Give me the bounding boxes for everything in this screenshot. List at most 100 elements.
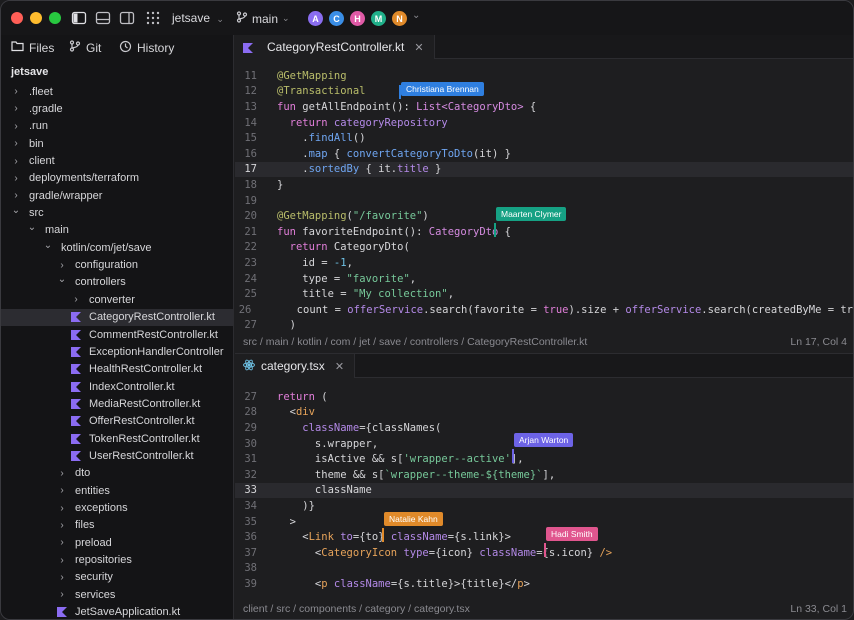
chevron-right-icon[interactable]: › [11, 138, 21, 149]
code-line[interactable]: 17 . sortedBy { it. title } [235, 161, 853, 178]
code-line[interactable]: 35 > [235, 514, 853, 530]
toggle-bottom-panel-icon[interactable] [95, 10, 111, 26]
tree-file-item[interactable]: UserRestController.kt [1, 447, 233, 464]
tree-folder-item[interactable]: › .gradle [1, 100, 233, 117]
tree-file-item[interactable]: CommentRestController.kt [1, 326, 233, 343]
code-line[interactable]: 33 className [235, 482, 853, 499]
tree-file-item[interactable]: OfferRestController.kt [1, 413, 233, 430]
code-line[interactable]: 15 . findAll() [235, 130, 853, 146]
tree-folder-item[interactable]: › services [1, 586, 233, 603]
avatar[interactable]: C [328, 10, 345, 27]
code-line[interactable]: 13 fun getAllEndpoint (): List<CategoryDto… [235, 99, 853, 115]
toggle-right-panel-icon[interactable] [119, 10, 135, 26]
code-line[interactable]: 22 return CategoryDto( [235, 240, 853, 256]
chevron-down-icon[interactable]: ⌄ [57, 274, 67, 285]
chevron-down-icon[interactable]: ⌄ [43, 240, 53, 251]
tree-file-item[interactable]: IndexController.kt [1, 378, 233, 395]
tree-file-item[interactable]: MediaRestController.kt [1, 395, 233, 412]
close-tab-icon[interactable]: ✕ [335, 360, 344, 373]
code-line[interactable]: 25 title = "My collection", [235, 286, 853, 302]
chevron-down-icon[interactable]: ⌄ [27, 222, 37, 233]
maximize-window-button[interactable] [49, 12, 61, 24]
tree-file-item[interactable]: ExceptionHandlerController [1, 343, 233, 360]
code-line[interactable]: 38 [235, 561, 853, 577]
tree-folder-item[interactable]: ⌄ src [1, 204, 233, 221]
chevron-right-icon[interactable]: › [11, 156, 21, 167]
chevron-right-icon[interactable]: › [57, 555, 67, 566]
avatar[interactable]: M [370, 10, 387, 27]
tree-file-item[interactable]: TokenRestController.kt [1, 430, 233, 447]
tree-folder-item[interactable]: › converter [1, 291, 233, 308]
tree-file-item[interactable]: JetSaveApplication.kt [1, 604, 233, 620]
chevron-right-icon[interactable]: › [57, 572, 67, 583]
chevron-right-icon[interactable]: › [11, 103, 21, 114]
code-line[interactable]: 32 theme && s[`wrapper--theme-${theme}`]… [235, 467, 853, 483]
branch-selector[interactable]: main ⌄ [236, 11, 290, 26]
code-line[interactable]: 11 @GetMapping [235, 68, 853, 84]
avatar[interactable]: H [349, 10, 366, 27]
chevron-right-icon[interactable]: › [11, 121, 21, 132]
tree-folder-item[interactable]: › dto [1, 465, 233, 482]
tree-folder-item[interactable]: › preload [1, 534, 233, 551]
tree-folder-item[interactable]: › configuration [1, 257, 233, 274]
chevron-right-icon[interactable]: › [11, 86, 21, 97]
project-selector[interactable]: jetsave ⌄ [172, 11, 224, 25]
code-line[interactable]: 27 ) [235, 318, 853, 334]
code-line[interactable]: 26 count = offerService .search(favorite … [235, 302, 853, 318]
chevron-down-icon[interactable]: ⌄ [11, 205, 21, 216]
chevron-right-icon[interactable]: › [57, 260, 67, 271]
minimize-window-button[interactable] [30, 12, 42, 24]
chevron-right-icon[interactable]: › [57, 520, 67, 531]
tree-folder-item[interactable]: › deployments/terraform [1, 170, 233, 187]
tree-folder-item[interactable]: › repositories [1, 551, 233, 568]
code-line[interactable]: 27 return ( [235, 389, 853, 405]
tree-folder-item[interactable]: › .fleet [1, 83, 233, 100]
apps-grid-icon[interactable] [145, 10, 161, 26]
tree-folder-item[interactable]: ⌄ main [1, 222, 233, 239]
tab-git[interactable]: Git [69, 40, 101, 55]
code-line[interactable]: 18} [235, 177, 853, 193]
tree-folder-item[interactable]: › bin [1, 135, 233, 152]
breadcrumb[interactable]: client / src / components / category / c… [243, 603, 470, 615]
code-line[interactable]: 23 id = -1, [235, 255, 853, 271]
code-line[interactable]: 14 return categoryRepository [235, 115, 853, 131]
tree-folder-item[interactable]: › entities [1, 482, 233, 499]
code-line[interactable]: 12 @Transactional [235, 84, 853, 100]
editor-tab-category-rest-controller[interactable]: CategoryRestController.kt ✕ [235, 35, 435, 59]
tab-history[interactable]: History [119, 40, 174, 56]
tree-folder-item[interactable]: › security [1, 569, 233, 586]
cursor-position[interactable]: Ln 17, Col 4 [790, 336, 847, 348]
chevron-right-icon[interactable]: › [57, 485, 67, 496]
code-line[interactable]: 31 isActive && s['wrapper--active'], [235, 451, 853, 467]
tab-files[interactable]: Files [11, 40, 54, 55]
chevron-right-icon[interactable]: › [57, 537, 67, 548]
avatar[interactable]: A [307, 10, 324, 27]
cursor-position[interactable]: Ln 33, Col 1 [790, 603, 847, 615]
tree-folder-item[interactable]: › exceptions [1, 499, 233, 516]
chevron-right-icon[interactable]: › [57, 503, 67, 514]
chevron-right-icon[interactable]: › [71, 294, 81, 305]
code-line[interactable]: 21 fun favoriteEndpoint (): CategoryDto { [235, 224, 853, 240]
tree-folder-item[interactable]: ⌄ controllers [1, 274, 233, 291]
code-line[interactable]: 28 < div [235, 405, 853, 421]
chevron-right-icon[interactable]: › [11, 190, 21, 201]
tree-file-item[interactable]: HealthRestController.kt [1, 361, 233, 378]
close-window-button[interactable] [11, 12, 23, 24]
tree-folder-item[interactable]: › files [1, 517, 233, 534]
chevron-down-icon[interactable]: ⌄ [412, 10, 420, 21]
code-line[interactable]: 16 . map { convertCategoryToDto (it) } [235, 146, 853, 162]
code-line[interactable]: 24 type = "favorite", [235, 271, 853, 287]
tree-folder-item[interactable]: ⌄ kotlin/com/jet/save [1, 239, 233, 256]
code-line[interactable]: 39 < p className ={s.title}>{title}</p > [235, 576, 853, 592]
editor-tab-category-tsx[interactable]: category.tsx ✕ [235, 354, 356, 378]
chevron-right-icon[interactable]: › [57, 468, 67, 479]
tree-folder-item[interactable]: › client [1, 152, 233, 169]
code-line[interactable]: 34 )} [235, 498, 853, 514]
chevron-right-icon[interactable]: › [11, 173, 21, 184]
avatar[interactable]: N [391, 10, 408, 27]
close-tab-icon[interactable]: ✕ [414, 41, 423, 54]
tree-folder-item[interactable]: › .run [1, 118, 233, 135]
tree-file-item[interactable]: CategoryRestController.kt [1, 308, 233, 326]
chevron-right-icon[interactable]: › [57, 589, 67, 600]
breadcrumb[interactable]: src / main / kotlin / com / jet / save /… [243, 336, 587, 348]
